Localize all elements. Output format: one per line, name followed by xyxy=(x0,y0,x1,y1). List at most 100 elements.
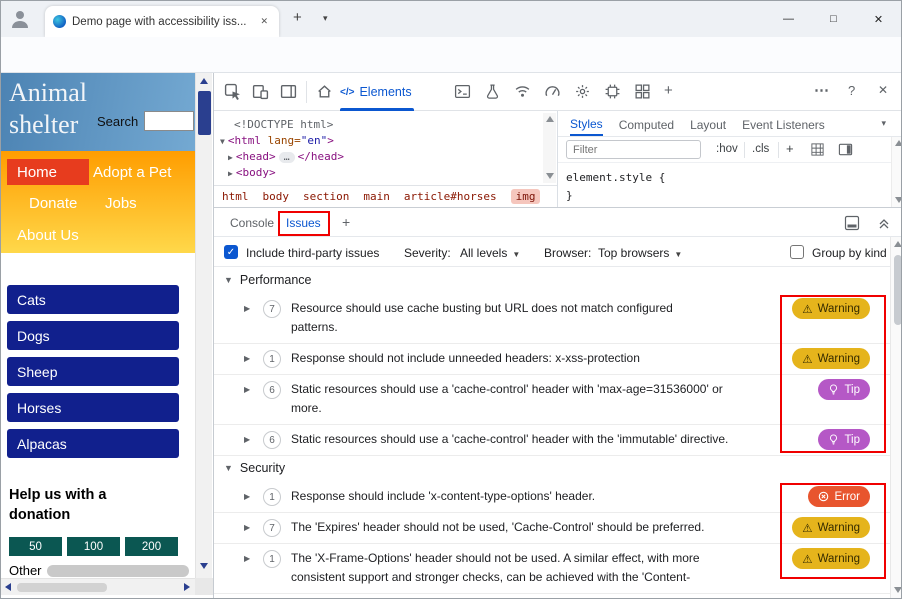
page-hscroll-thumb[interactable] xyxy=(17,583,107,592)
issue-row[interactable]: ▶7The 'Expires' header should not be use… xyxy=(214,512,890,543)
issue-row[interactable]: ▶1The 'X-Frame-Options' header should no… xyxy=(214,543,890,593)
nav-link-adopt[interactable]: Adopt a Pet xyxy=(93,164,171,181)
issue-row[interactable]: ▶6Static resources should use a 'cache-c… xyxy=(214,374,890,424)
issues-section-header-performance[interactable]: ▼Performance xyxy=(214,267,890,293)
tab-actions-chevron-icon[interactable]: ▾ xyxy=(323,13,328,24)
new-style-rule-button[interactable]: + xyxy=(786,141,794,156)
hover-state-button[interactable]: :hov xyxy=(716,143,738,155)
tab-elements[interactable]: </> Elements xyxy=(340,73,412,111)
issue-row[interactable]: ▶7Resource should use cache busting but … xyxy=(214,293,890,343)
new-tab-button[interactable]: + xyxy=(293,9,302,26)
maximize-button[interactable]: □ xyxy=(811,1,856,37)
expand-node-icon[interactable]: ▶ xyxy=(228,153,233,162)
page-scroll-thumb[interactable] xyxy=(198,91,211,135)
settings-gear-icon[interactable] xyxy=(574,83,591,100)
nav-link-jobs[interactable]: Jobs xyxy=(105,195,137,212)
severity-dropdown[interactable]: All levels▼ xyxy=(460,246,520,260)
page-vertical-scrollbar[interactable] xyxy=(195,73,212,578)
breadcrumb-img[interactable]: img xyxy=(511,189,541,204)
tab-close-icon[interactable]: ✕ xyxy=(257,14,271,29)
memory-panel-icon[interactable] xyxy=(604,83,621,100)
body-node[interactable]: <body> xyxy=(236,166,276,179)
html-node[interactable]: <html xyxy=(228,134,261,147)
expand-node-icon[interactable]: ▼ xyxy=(220,137,225,146)
tab-console[interactable]: Console xyxy=(230,216,274,230)
expand-node-icon[interactable]: ▶ xyxy=(228,169,233,178)
expand-issue-icon[interactable]: ▶ xyxy=(244,518,254,537)
more-tabs-chevron-icon[interactable]: ▾ xyxy=(881,118,886,129)
nav-link-donate[interactable]: Donate xyxy=(29,195,77,212)
styles-tab-computed[interactable]: Computed xyxy=(619,113,674,135)
expand-drawer-icon[interactable] xyxy=(876,215,892,231)
issues-scrollbar[interactable] xyxy=(890,237,902,599)
styles-scrollbar[interactable] xyxy=(891,137,902,207)
head-node[interactable]: <head> xyxy=(236,150,276,163)
more-options-icon[interactable]: ⋯ xyxy=(814,81,829,99)
scroll-up-icon[interactable] xyxy=(546,116,554,122)
welcome-home-icon[interactable] xyxy=(316,83,333,100)
panels-layout-icon[interactable] xyxy=(280,83,297,100)
dock-drawer-icon[interactable] xyxy=(844,215,860,231)
styles-tab-layout[interactable]: Layout xyxy=(690,113,726,135)
category-button-alpacas[interactable]: Alpacas xyxy=(7,429,179,458)
device-emulation-icon[interactable] xyxy=(252,83,269,100)
breadcrumb-html[interactable]: html xyxy=(222,190,249,203)
scroll-up-icon[interactable] xyxy=(200,78,208,84)
help-icon[interactable]: ? xyxy=(848,83,855,98)
expand-issue-icon[interactable]: ▶ xyxy=(244,487,254,506)
dom-scrollbar[interactable] xyxy=(543,113,556,183)
add-drawer-tab-button[interactable]: + xyxy=(342,214,350,230)
close-button[interactable]: ✕ xyxy=(856,1,901,37)
donate-50-button[interactable]: 50 xyxy=(9,537,62,556)
collapsed-content-icon[interactable]: … xyxy=(279,152,295,163)
profile-avatar-icon[interactable] xyxy=(8,7,32,31)
styles-tab-styles[interactable]: Styles xyxy=(570,112,603,136)
scroll-down-icon[interactable] xyxy=(546,173,554,179)
performance-panel-icon[interactable] xyxy=(544,83,561,100)
category-button-sheep[interactable]: Sheep xyxy=(7,357,179,386)
expand-issue-icon[interactable]: ▶ xyxy=(244,380,254,399)
styles-tab-event-listeners[interactable]: Event Listeners xyxy=(742,113,825,135)
expand-issue-icon[interactable]: ▶ xyxy=(244,349,254,368)
issues-scroll-thumb[interactable] xyxy=(894,255,902,325)
nav-link-about[interactable]: About Us xyxy=(17,227,79,244)
scroll-down-icon[interactable] xyxy=(894,587,902,593)
category-button-horses[interactable]: Horses xyxy=(7,393,179,422)
group-by-kind-checkbox[interactable] xyxy=(790,245,804,259)
category-button-cats[interactable]: Cats xyxy=(7,285,179,314)
inspect-element-icon[interactable] xyxy=(224,83,241,100)
element-style-rule[interactable]: element.style { xyxy=(566,171,665,184)
layout-grid-icon[interactable] xyxy=(810,142,825,157)
issue-row[interactable]: ▶1Response should include 'x-content-typ… xyxy=(214,481,890,512)
page-horizontal-scrollbar[interactable] xyxy=(1,578,195,595)
other-amount-slider[interactable] xyxy=(47,565,189,577)
breadcrumb-main[interactable]: main xyxy=(363,190,390,203)
expand-issue-icon[interactable]: ▶ xyxy=(244,549,254,568)
close-devtools-icon[interactable]: ✕ xyxy=(878,83,888,97)
network-panel-icon[interactable] xyxy=(514,83,531,100)
application-panel-icon[interactable] xyxy=(634,83,651,100)
breadcrumb-section[interactable]: section xyxy=(303,190,349,203)
donate-200-button[interactable]: 200 xyxy=(125,537,178,556)
console-panel-icon[interactable] xyxy=(454,83,471,100)
breadcrumb-body[interactable]: body xyxy=(263,190,290,203)
category-button-dogs[interactable]: Dogs xyxy=(7,321,179,350)
computed-sidebar-icon[interactable] xyxy=(838,142,853,157)
nav-link-home[interactable]: Home xyxy=(7,159,89,185)
donate-100-button[interactable]: 100 xyxy=(67,537,120,556)
site-search-input[interactable] xyxy=(144,111,194,131)
scroll-down-icon[interactable] xyxy=(895,197,902,203)
scroll-right-icon[interactable] xyxy=(184,583,190,591)
minimize-button[interactable]: — xyxy=(766,1,811,37)
issues-section-header-security[interactable]: ▼Security xyxy=(214,455,890,481)
expand-issue-icon[interactable]: ▶ xyxy=(244,299,254,318)
scroll-down-icon[interactable] xyxy=(200,563,208,569)
browser-tab[interactable]: Demo page with accessibility iss... ✕ xyxy=(45,6,279,37)
issue-row[interactable]: ▶6Static resources should use a 'cache-c… xyxy=(214,424,890,455)
tab-issues[interactable]: Issues xyxy=(286,216,321,230)
scroll-up-icon[interactable] xyxy=(894,241,902,247)
doctype-node[interactable]: <!DOCTYPE html> xyxy=(234,118,333,131)
include-third-party-checkbox[interactable]: ✓ xyxy=(224,245,238,259)
issue-row[interactable]: ▶1Response should not include unneeded h… xyxy=(214,343,890,374)
styles-filter-input[interactable] xyxy=(566,140,701,159)
